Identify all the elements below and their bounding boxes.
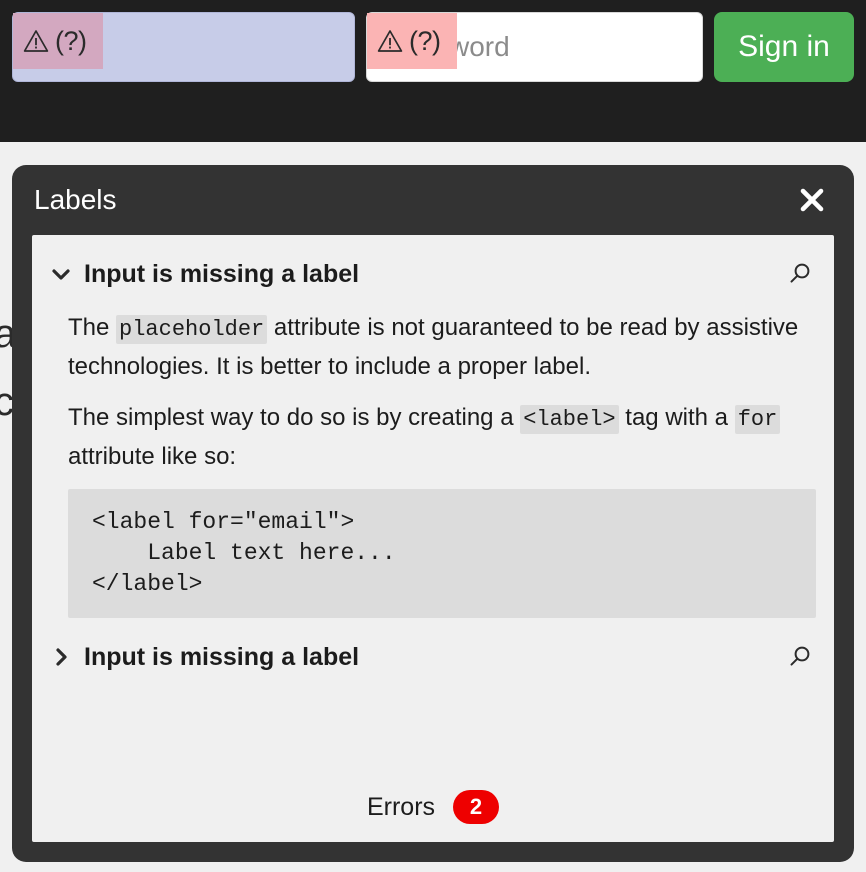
password-badge-label: (?)	[409, 25, 441, 56]
close-icon	[800, 188, 824, 212]
issue-paragraph-1: The placeholder attribute is not guarant…	[68, 309, 816, 385]
code-chip-placeholder: placeholder	[116, 315, 268, 344]
dialog-body: Input is missing a label The placeholder…	[32, 235, 834, 842]
email-field[interactable]: l (?)	[12, 12, 355, 82]
issue-list: Input is missing a label The placeholder…	[32, 235, 834, 772]
paragraph-2-text-2: tag with a	[618, 404, 735, 431]
code-chip-for: for	[734, 405, 781, 434]
sign-in-button[interactable]: Sign in	[714, 12, 854, 82]
issue-header-expanded[interactable]: Input is missing a label	[50, 251, 816, 297]
email-accessibility-badge[interactable]: (?)	[13, 13, 103, 69]
password-field-text: word	[449, 31, 510, 62]
warning-triangle-icon	[23, 30, 49, 52]
close-button[interactable]	[792, 180, 832, 220]
labels-dialog: Labels Input is missing a label The plac…	[12, 165, 854, 862]
magnifier-icon	[790, 646, 810, 666]
paragraph-2-text-1: The simplest way to do so is by creating…	[68, 404, 521, 431]
errors-count-badge: 2	[453, 790, 500, 824]
dialog-title: Labels	[34, 184, 117, 215]
inspect-element-button-2[interactable]	[782, 640, 816, 674]
paragraph-1-text-1: The	[68, 314, 117, 341]
signin-toolbar: l (?) word (?) Sign in	[0, 0, 866, 142]
code-chip-label-tag: <label>	[520, 405, 619, 434]
email-badge-label: (?)	[55, 25, 87, 56]
password-accessibility-badge[interactable]: (?)	[367, 13, 457, 69]
code-sample-block: <label for="email"> Label text here... <…	[68, 489, 816, 618]
dialog-footer: Errors 2	[32, 772, 834, 842]
issue-paragraph-2: The simplest way to do so is by creating…	[68, 399, 816, 475]
inspect-element-button-1[interactable]	[782, 257, 816, 291]
issue-title: Input is missing a label	[84, 259, 360, 288]
errors-label: Errors	[366, 792, 436, 821]
dialog-header: Labels	[12, 165, 854, 235]
issue-header-collapsed[interactable]: Input is missing a label	[50, 634, 816, 680]
magnifier-icon	[790, 263, 810, 283]
warning-triangle-icon	[377, 30, 403, 52]
issue-content: The placeholder attribute is not guarant…	[50, 297, 816, 618]
paragraph-2-text-3: attribute like so:	[68, 443, 237, 470]
issue-title: Input is missing a label	[84, 642, 360, 671]
chevron-right-icon	[56, 648, 67, 666]
chevron-down-icon	[52, 269, 70, 280]
password-field[interactable]: word (?)	[366, 12, 703, 82]
